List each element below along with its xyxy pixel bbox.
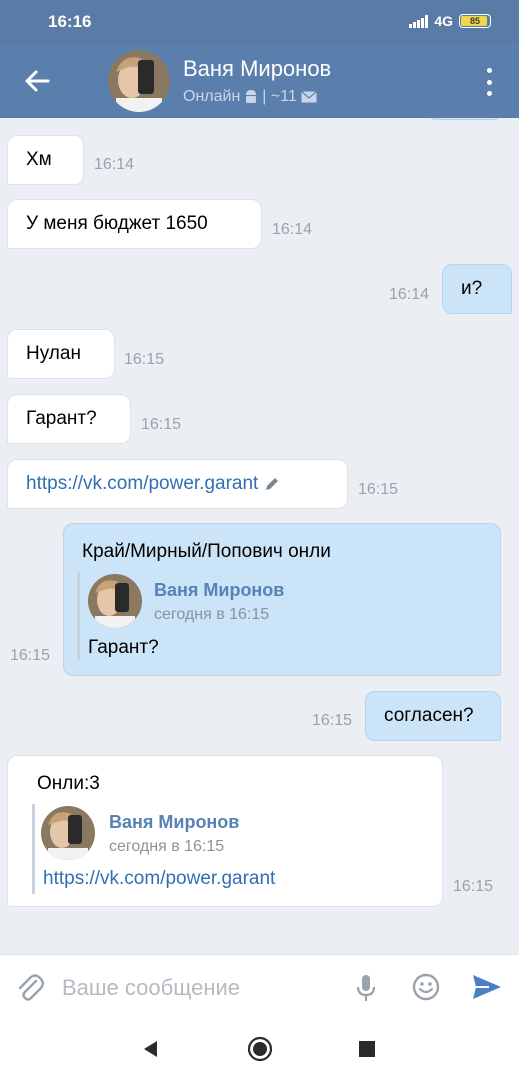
attach-icon[interactable] (16, 973, 44, 1003)
nav-recents-icon[interactable] (358, 1040, 376, 1058)
message-time: 16:14 (94, 156, 135, 173)
online-status: Онлайн (183, 88, 241, 105)
emoji-icon[interactable] (411, 972, 441, 1002)
android-icon (246, 90, 257, 103)
forward-avatar (88, 574, 142, 628)
message-bubble-incoming[interactable]: Хм (7, 135, 84, 185)
pencil-icon (266, 478, 279, 490)
message-time: 16:15 (312, 712, 353, 729)
message-text: Онли:3 (37, 773, 100, 794)
status-bar: 16:16 4G 85 (0, 0, 519, 44)
message-bubble-incoming[interactable]: Гарант? (7, 394, 131, 444)
network-type: 4G (434, 13, 453, 29)
contact-status: Онлайн | ~11 (183, 88, 317, 106)
system-nav-bar (0, 1018, 519, 1080)
nav-home-icon[interactable] (247, 1036, 273, 1062)
message-text: У меня бюджет 1650 (26, 213, 208, 234)
nav-back-icon[interactable] (141, 1039, 161, 1059)
forward-bar (32, 804, 36, 894)
message-text: согласен? (384, 705, 474, 726)
status-time: 16:16 (48, 12, 92, 31)
message-text: и? (461, 278, 483, 299)
message-bubble-outgoing[interactable]: Край/Мирный/Попович онли Ваня Миронов се… (63, 523, 501, 676)
forward-bar (77, 572, 81, 660)
message-time: 16:14 (389, 286, 430, 303)
message-time: 16:15 (124, 351, 165, 368)
message-time: 16:15 (358, 481, 399, 498)
message-bubble-incoming[interactable]: У меня бюджет 1650 (7, 199, 262, 249)
message-bubble-incoming[interactable]: https://vk.com/power.garant (7, 459, 348, 509)
battery-icon: 85 (459, 14, 491, 28)
back-arrow-icon[interactable] (20, 64, 54, 98)
message-time: 16:15 (141, 416, 182, 433)
forward-author[interactable]: Ваня Миронов (109, 812, 239, 833)
previous-message-edge (428, 118, 502, 120)
forward-text: Гарант? (88, 637, 159, 658)
forward-author[interactable]: Ваня Миронов (154, 580, 284, 601)
message-bubble-incoming[interactable]: Нулан (7, 329, 115, 379)
forward-avatar (41, 806, 95, 860)
more-vert-icon[interactable] (485, 68, 493, 96)
avatar[interactable] (108, 50, 170, 112)
message-bubble-outgoing[interactable]: согласен? (365, 691, 501, 741)
message-text: Нулан (26, 343, 81, 364)
status-indicators: 4G 85 (409, 13, 491, 29)
forward-link[interactable]: https://vk.com/power.garant (43, 868, 275, 890)
microphone-icon[interactable] (354, 973, 378, 1003)
signal-icon (409, 14, 429, 28)
message-input[interactable]: Ваше сообщение (62, 975, 240, 1001)
message-list: Хм 16:14 У меня бюджет 1650 16:14 16:14 … (0, 118, 519, 952)
contact-name[interactable]: Ваня Миронов (183, 56, 331, 82)
chat-header: Ваня Миронов Онлайн | ~11 (0, 44, 519, 118)
battery-level: 85 (469, 16, 480, 26)
message-text: Гарант? (26, 408, 97, 429)
message-time: 16:15 (453, 878, 494, 895)
message-bubble-incoming[interactable]: Онли:3 Ваня Миронов сегодня в 16:15 http… (7, 755, 443, 907)
message-bubble-outgoing[interactable]: и? (442, 264, 512, 314)
message-link[interactable]: https://vk.com/power.garant (26, 473, 258, 495)
forward-date: сегодня в 16:15 (154, 606, 270, 623)
message-time: 16:15 (10, 647, 51, 664)
message-text: Хм (26, 149, 52, 170)
message-composer: Ваше сообщение (0, 954, 519, 1018)
message-time: 16:14 (272, 221, 313, 238)
status-extra: | ~11 (262, 88, 297, 105)
message-text: Край/Мирный/Попович онли (82, 541, 331, 562)
forward-date: сегодня в 16:15 (109, 838, 225, 855)
send-icon[interactable] (471, 973, 503, 1001)
mail-icon (300, 91, 317, 103)
